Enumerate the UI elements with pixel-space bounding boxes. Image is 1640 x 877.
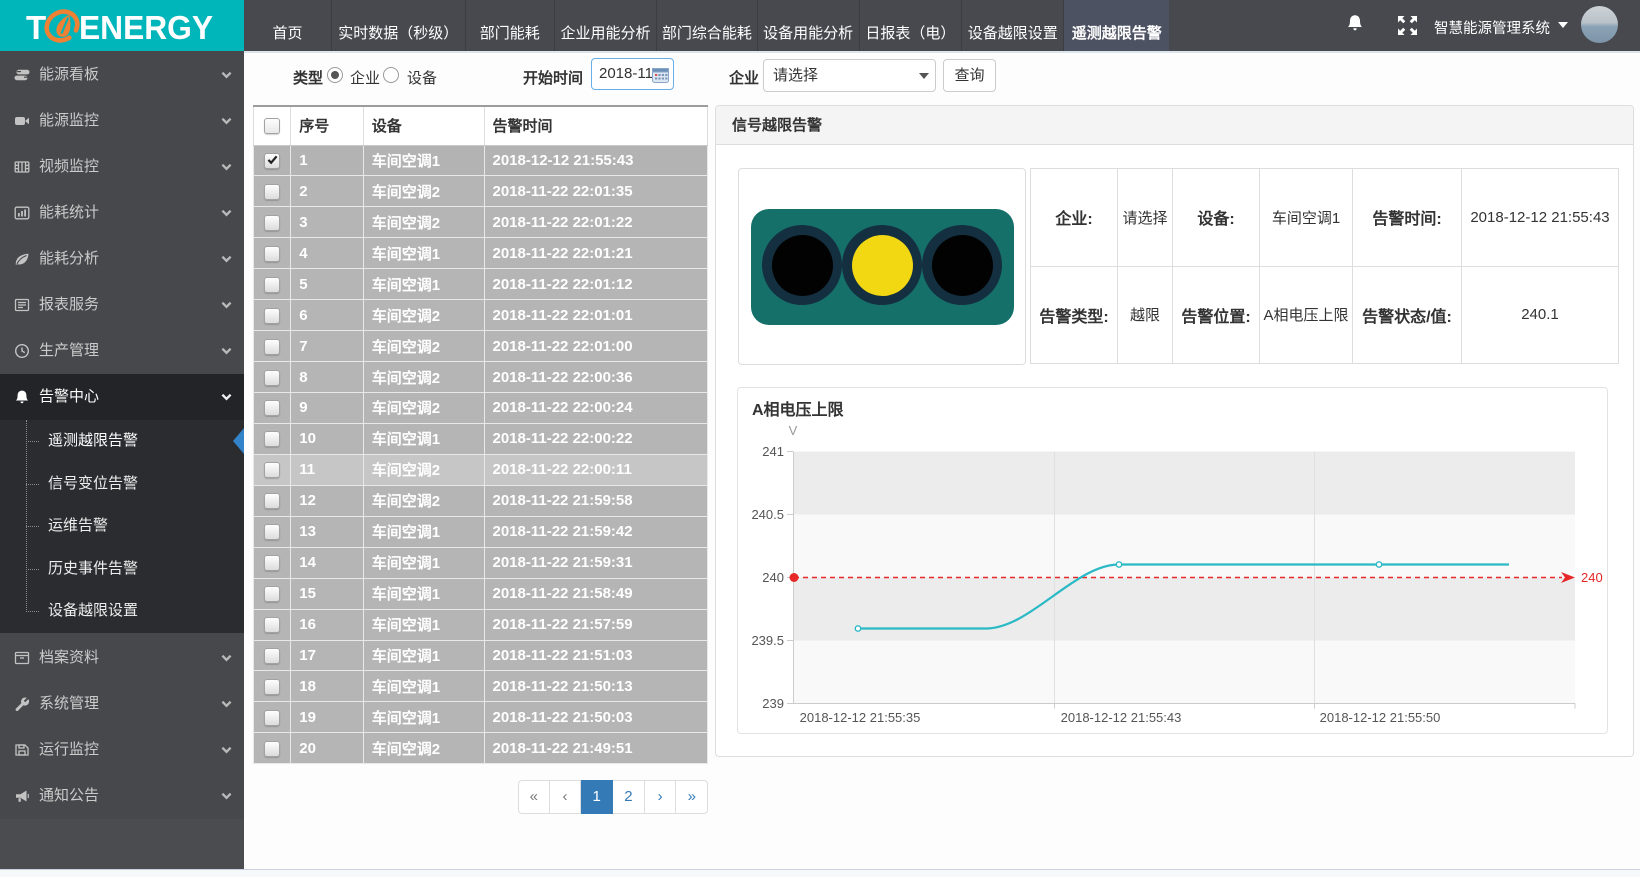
- svg-text:241: 241: [762, 444, 784, 459]
- svg-text:240: 240: [762, 570, 784, 585]
- svg-text:T: T: [26, 9, 46, 46]
- svg-text:2018-12-12 21:55:50: 2018-12-12 21:55:50: [1320, 710, 1441, 725]
- svg-text:ENERGY: ENERGY: [79, 9, 213, 46]
- svg-text:2018-12-12 21:55:43: 2018-12-12 21:55:43: [1061, 710, 1182, 725]
- svg-text:239: 239: [762, 696, 784, 711]
- svg-text:240.5: 240.5: [751, 507, 784, 522]
- svg-text:240: 240: [1581, 570, 1603, 585]
- svg-text:2018-12-12 21:55:35: 2018-12-12 21:55:35: [800, 710, 921, 725]
- svg-text:239.5: 239.5: [751, 633, 784, 648]
- svg-text:V: V: [789, 423, 798, 438]
